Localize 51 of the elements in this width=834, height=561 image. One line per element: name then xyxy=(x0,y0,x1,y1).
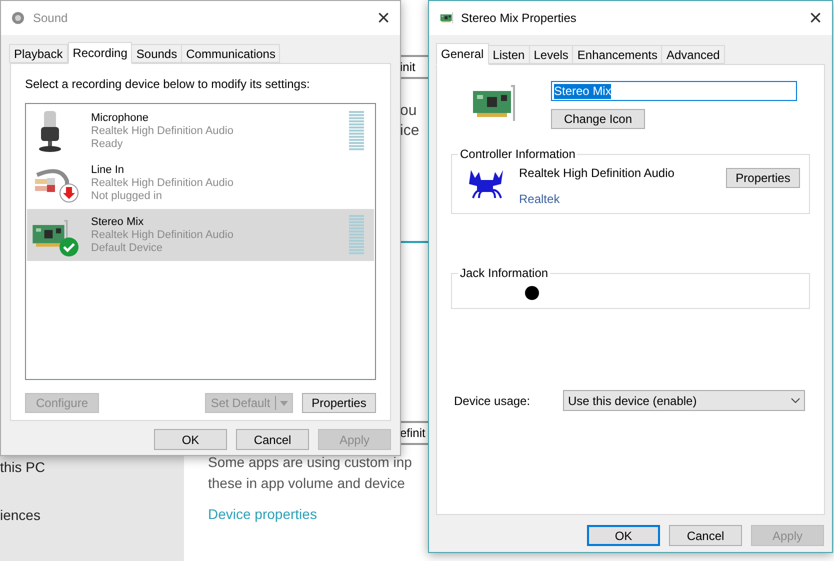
device-item[interactable]: Microphone Realtek High Definition Audio Ready xyxy=(27,105,374,157)
name-field[interactable]: Stereo Mix xyxy=(551,81,797,101)
close-button[interactable]: × xyxy=(809,7,822,29)
device-item[interactable]: Line In Realtek High Definition Audio Not plugged in xyxy=(27,157,374,209)
instruction-text: Select a recording device below to modify its settings: xyxy=(25,76,311,93)
tab[interactable]: Advanced xyxy=(661,45,725,64)
dialog-button[interactable]: Cancel xyxy=(669,525,742,546)
tab[interactable]: Recording xyxy=(68,42,132,64)
text-fragment: ice xyxy=(400,121,420,141)
tab[interactable]: Enhancements xyxy=(572,45,662,64)
device-driver: Realtek High Definition Audio xyxy=(91,176,234,190)
tab[interactable]: Listen xyxy=(488,45,530,64)
device-name: Stereo Mix xyxy=(91,216,145,228)
device-driver: Realtek High Definition Audio xyxy=(91,228,234,242)
sidebar-item[interactable]: iences xyxy=(0,505,184,526)
device-name: Microphone xyxy=(91,112,150,124)
description-text: Some apps are using custom inp these in app volume and device xyxy=(208,453,413,493)
tab[interactable]: Levels xyxy=(528,45,574,64)
controller-name: Realtek High Definition Audio xyxy=(519,164,676,182)
dialog-button[interactable]: Cancel xyxy=(236,429,309,450)
window-title: Stereo Mix Properties xyxy=(461,10,578,27)
device-item[interactable]: Stereo Mix Realtek High Definition Audio Default Device xyxy=(27,209,374,261)
device-driver: Realtek High Definition Audio xyxy=(91,124,234,138)
text-fragment: ou xyxy=(400,101,418,121)
dialog-button[interactable]: OK xyxy=(154,429,227,450)
dialog-button[interactable]: OK xyxy=(587,525,660,546)
group-heading: Jack Information xyxy=(458,266,550,280)
group-heading: Controller Information xyxy=(458,147,578,161)
device-name: Line In xyxy=(91,164,126,176)
properties-button[interactable]: Properties xyxy=(726,168,800,188)
device-status: Not plugged in xyxy=(91,190,163,202)
device-status: Ready xyxy=(91,138,124,150)
tab[interactable]: Sounds xyxy=(131,44,182,63)
properties-button[interactable]: Properties xyxy=(302,393,376,413)
close-button[interactable]: × xyxy=(377,7,390,29)
tab[interactable]: Communications xyxy=(181,44,280,63)
selected-text: Stereo Mix xyxy=(554,84,612,98)
chevron-down-icon xyxy=(791,398,800,403)
usage-label: Device usage: xyxy=(454,392,532,410)
speaker-icon xyxy=(11,11,25,25)
tab[interactable]: Playback xyxy=(9,44,68,63)
change-icon-button[interactable]: Change Icon xyxy=(551,109,645,129)
sound-card-icon xyxy=(439,12,455,24)
sidebar-item[interactable]: this PC xyxy=(0,457,184,478)
vendor-link[interactable]: Realtek xyxy=(519,190,726,208)
crab-logo-icon xyxy=(469,168,505,200)
usage-dropdown[interactable]: Use this device (enable) xyxy=(563,390,805,411)
device-status: Default Device xyxy=(91,242,164,254)
tab[interactable]: General xyxy=(436,43,489,65)
window-title: Sound xyxy=(33,10,69,27)
caret-icon xyxy=(278,399,290,407)
